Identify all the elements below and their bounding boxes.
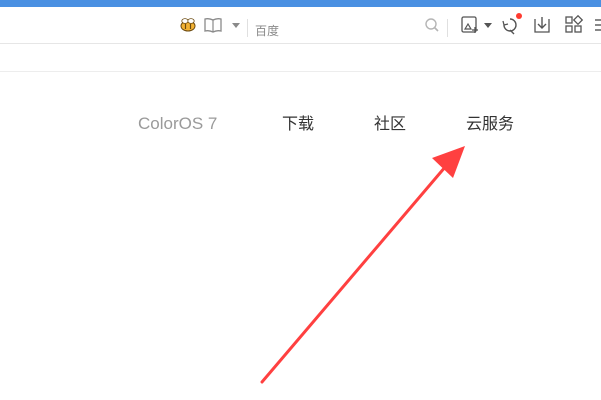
nav-link-download[interactable]: 下载: [282, 113, 314, 135]
browser-toolbar: 百度: [0, 7, 601, 44]
bee-extension-icon[interactable]: [177, 14, 199, 36]
browser-top-accent-bar: [0, 0, 601, 7]
apps-grid-icon[interactable]: [563, 14, 585, 36]
search-engine-dropdown-icon[interactable]: [232, 23, 240, 29]
bookmark-bar: [0, 44, 601, 72]
screenshot-dropdown-icon[interactable]: [484, 23, 492, 29]
annotation-arrow-head: [432, 146, 465, 178]
brand-logo-link[interactable]: ColorOS 7: [138, 113, 217, 135]
reader-mode-icon[interactable]: [202, 14, 224, 36]
download-icon[interactable]: [531, 14, 553, 36]
search-input[interactable]: 百度: [255, 23, 279, 39]
nav-link-cloud-service[interactable]: 云服务: [466, 113, 514, 135]
toolbar-separator: [447, 19, 448, 37]
screenshot-icon[interactable]: [459, 14, 481, 36]
annotation-arrow-shaft: [260, 164, 448, 384]
notification-dot: [516, 13, 522, 19]
search-icon[interactable]: [421, 14, 443, 36]
toolbar-separator: [247, 19, 248, 37]
nav-link-community[interactable]: 社区: [374, 113, 406, 135]
menu-icon[interactable]: [592, 14, 601, 36]
